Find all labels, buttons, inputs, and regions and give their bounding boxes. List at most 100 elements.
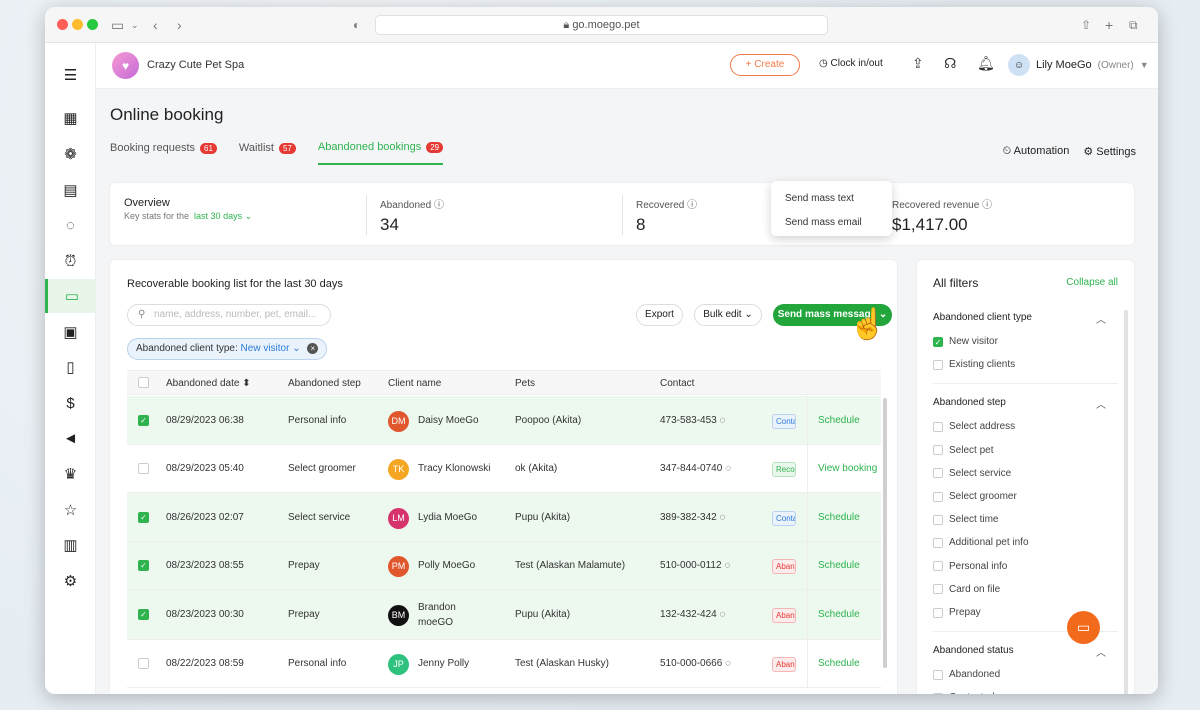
row-checkbox[interactable] [138,463,149,474]
row-checkbox[interactable]: ✓ [138,415,149,426]
table-row[interactable]: ✓ 08/29/2023 06:38 Personal info DM Daisy Mo… [127,396,881,445]
row-action-link[interactable]: Schedule [807,640,881,687]
tab-booking-requests[interactable]: Booking requests 61 [110,141,217,165]
message-icon[interactable]: ◌ [720,512,726,523]
filter-option[interactable]: Select service [933,468,1011,479]
filter-option[interactable]: Additional pet info [933,537,1029,548]
document-icon[interactable]: ▯ [45,350,96,384]
upload-icon[interactable]: ⇪ [912,55,924,72]
table-scrollbar[interactable] [883,398,887,668]
filter-checkbox[interactable] [933,421,943,432]
address-bar[interactable]: 🔒︎ go.moego.pet [375,15,828,35]
tabs-overview-icon[interactable]: ⧉ [1129,15,1138,35]
client-name-line2[interactable]: moeGO [418,617,453,628]
client-name[interactable]: Polly MoeGo [418,560,475,571]
clock-in-out-button[interactable]: ◷ Clock in/out [819,58,883,69]
bulk-edit-button[interactable]: Bulk edit ⌄ [694,304,762,326]
megaphone-icon[interactable]: ◄ [45,421,96,455]
row-checkbox[interactable] [138,658,149,669]
filter-checkbox[interactable] [933,491,943,502]
tab-waitlist[interactable]: Waitlist 57 [239,141,296,165]
message-icon[interactable]: ◌ [725,658,731,669]
row-action-link[interactable]: Schedule [807,590,881,639]
filter-checkbox[interactable] [933,607,943,618]
calendar-icon[interactable]: ▦ [45,101,96,135]
filter-section-title[interactable]: Abandoned step [933,397,1006,408]
create-button[interactable]: + Create [730,54,800,76]
filter-checkbox[interactable] [933,359,943,370]
filter-chip[interactable]: Abandoned client type: New visitor ⌄ × [127,338,328,360]
filter-checkbox[interactable]: ✓ [933,336,943,347]
select-all-checkbox[interactable] [138,377,149,388]
filter-option[interactable]: Contacted [933,692,995,694]
filter-section-title[interactable]: Abandoned client type [933,312,1032,323]
maximize-window-button[interactable] [87,19,98,30]
collapse-all-link[interactable]: Collapse all [1066,277,1118,288]
id-card-icon[interactable]: ▣ [45,315,96,349]
filters-scrollbar[interactable] [1124,310,1128,694]
bar-chart-icon[interactable]: ▥ [45,528,96,562]
crown-icon[interactable]: ♛ [45,457,96,491]
clipboard-icon[interactable]: ▤ [45,173,96,207]
menu-icon[interactable]: ☰ [45,58,96,92]
pet-icon[interactable]: ❁ [45,137,96,171]
table-row[interactable]: 08/29/2023 05:40 Select groomer TK Tracy Kl… [127,445,881,493]
filter-option[interactable]: Select address [933,421,1015,432]
filter-option[interactable]: Existing clients [933,359,1015,370]
row-checkbox[interactable]: ✓ [138,560,149,571]
client-name[interactable]: Tracy Klonowski [418,463,490,474]
send-mass-text-item[interactable]: Send mass text [785,193,854,204]
range-selector[interactable]: last 30 days ⌄ [194,211,252,221]
row-action-link[interactable]: Schedule [807,493,881,541]
business-logo[interactable]: ♥ [112,52,139,79]
filter-checkbox[interactable] [933,561,943,572]
tab-abandoned-bookings[interactable]: Abandoned bookings 29 [317,141,444,165]
chevron-up-icon[interactable]: ︿ [1096,644,1106,659]
chat-icon[interactable]: ▭ [1067,611,1100,644]
row-action-link[interactable]: Schedule [807,396,881,444]
help-icon[interactable]: ⓘ [687,200,697,211]
share-icon[interactable]: ⇧ [1081,15,1091,35]
send-mass-email-item[interactable]: Send mass email [785,217,862,228]
client-name[interactable]: Lydia MoeGo [418,512,477,523]
client-name[interactable]: Brandon [418,602,456,613]
filter-checkbox[interactable] [933,584,943,595]
filter-checkbox[interactable] [933,514,943,525]
automation-button[interactable]: ⏲ Automation [1003,145,1070,158]
settings-button[interactable]: ⚙ Settings [1083,145,1136,158]
shield-icon[interactable]: ◐ [353,15,360,35]
chevron-up-icon[interactable]: ︿ [1096,311,1106,326]
row-action-link[interactable]: View booking [807,445,881,492]
table-row[interactable]: 08/22/2023 08:59 Personal info JP Jenny Pol… [127,640,881,688]
online-booking-icon[interactable]: ▭ [45,279,96,313]
filter-option[interactable]: ✓ New visitor [933,336,998,347]
chevron-down-icon[interactable]: ⌄ [131,15,139,35]
message-icon[interactable]: ◌ [720,415,726,426]
message-icon[interactable]: ◌ [45,208,96,242]
filter-option[interactable]: Prepay [933,607,981,618]
filter-option[interactable]: Select groomer [933,491,1017,502]
headset-icon[interactable]: ☊ [944,55,956,72]
filter-option[interactable]: Select time [933,514,998,525]
filter-option[interactable]: Personal info [933,561,1007,572]
row-checkbox[interactable]: ✓ [138,512,149,523]
help-icon[interactable]: ⓘ [434,200,444,211]
message-icon[interactable]: ◌ [724,560,730,571]
table-row[interactable]: ✓ 08/23/2023 00:30 Prepay BM Brandon moeGO Pup… [127,590,881,640]
star-card-icon[interactable]: ☆ [45,493,96,527]
client-name[interactable]: Jenny Polly [418,658,469,669]
alarm-icon[interactable]: ⏰︎ [45,244,96,278]
search-input[interactable]: ⚲ name, address, number, pet, email... [127,304,331,326]
filter-option[interactable]: Card on file [933,584,1000,595]
table-row[interactable]: ✓ 08/26/2023 02:07 Select service LM Lydia M… [127,493,881,542]
row-checkbox[interactable]: ✓ [138,609,149,620]
filter-section-title[interactable]: Abandoned status [933,645,1014,656]
filter-option[interactable]: Select pet [933,445,993,456]
forward-icon[interactable]: › [177,15,182,35]
filter-checkbox[interactable] [933,692,943,694]
col-abandoned-date[interactable]: Abandoned date ⬍ [166,378,251,389]
chevron-up-icon[interactable]: ︿ [1096,396,1106,411]
sidebar-toggle-icon[interactable]: ▭ [111,15,124,35]
remove-chip-icon[interactable]: × [307,343,319,354]
filter-checkbox[interactable] [933,445,943,456]
